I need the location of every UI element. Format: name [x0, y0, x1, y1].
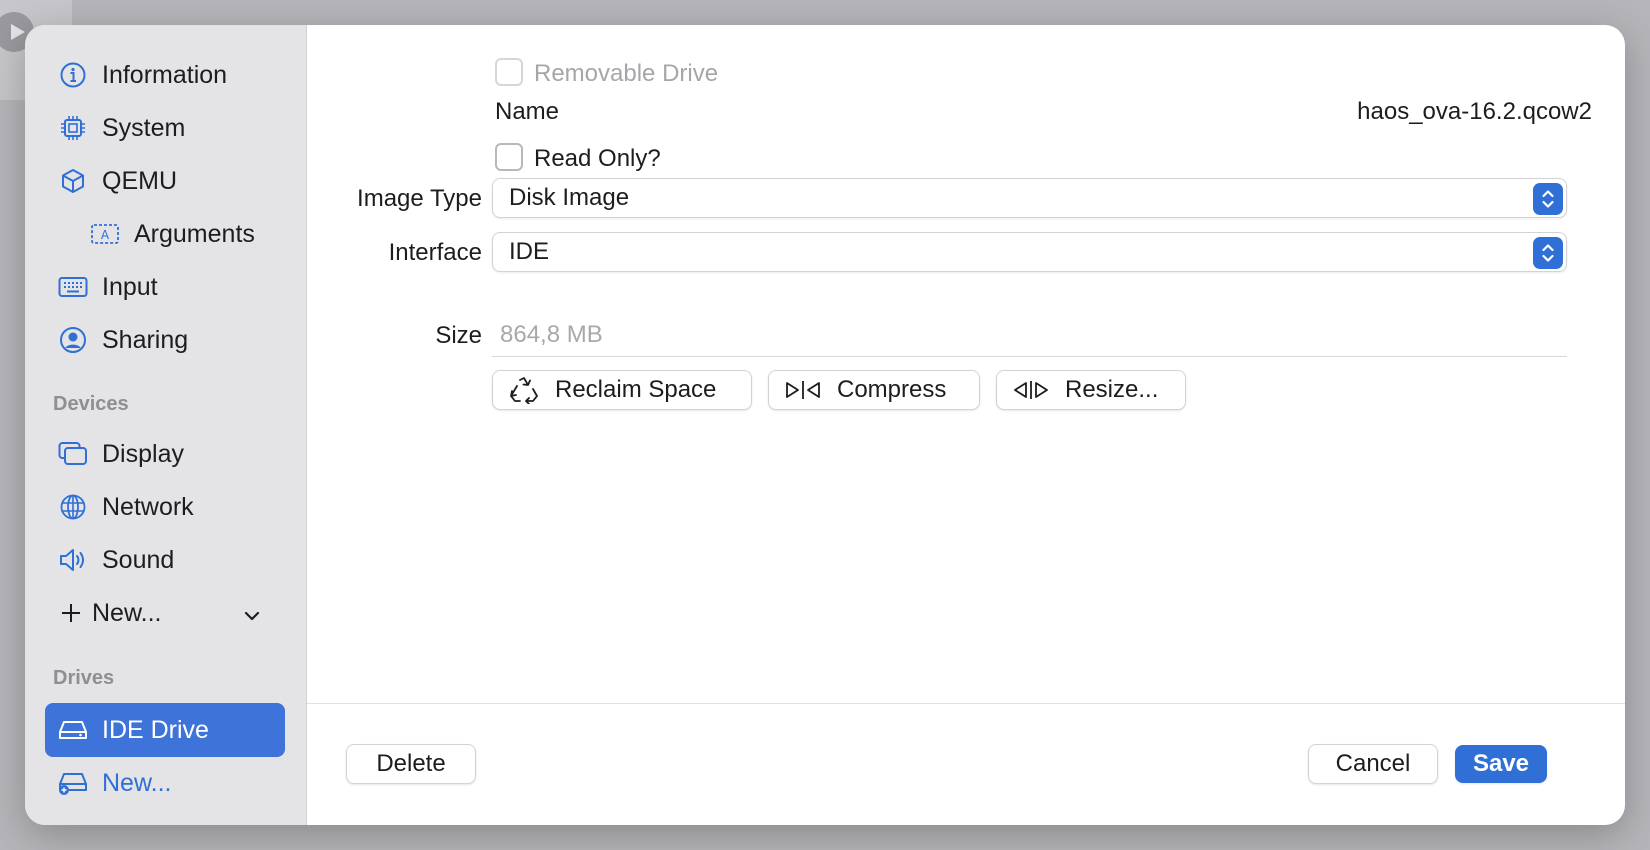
text-field-icon: A	[89, 218, 121, 250]
image-type-select[interactable]: Disk Image	[492, 178, 1567, 218]
up-down-chevron-icon	[1533, 183, 1563, 215]
person-circle-icon	[57, 324, 89, 356]
sidebar-item-label: Arguments	[134, 219, 255, 248]
new-device-menu[interactable]: New...	[45, 591, 285, 635]
cancel-button[interactable]: Cancel	[1308, 744, 1438, 784]
devices-heading: Devices	[53, 393, 129, 415]
resize-label: Resize...	[1065, 376, 1159, 403]
chip-icon	[57, 112, 89, 144]
sidebar-item-ide-drive[interactable]: IDE Drive	[45, 703, 285, 757]
sidebar-item-label: Network	[102, 492, 194, 521]
keyboard-icon	[57, 271, 89, 303]
speaker-icon	[57, 544, 89, 576]
sidebar-item-system[interactable]: System	[45, 106, 285, 150]
image-type-label: Image Type	[357, 185, 482, 212]
sidebar-item-arguments[interactable]: A Arguments	[77, 212, 287, 256]
sidebar-item-display[interactable]: Display	[45, 432, 285, 476]
sidebar: Information System QEMU A Arguments Inpu…	[25, 25, 307, 825]
sidebar-item-qemu[interactable]: QEMU	[45, 159, 285, 203]
delete-button[interactable]: Delete	[346, 744, 476, 784]
removable-drive-checkbox[interactable]	[495, 58, 523, 86]
sidebar-item-network[interactable]: Network	[45, 485, 285, 529]
sidebar-item-label: Sound	[102, 545, 175, 574]
chevron-down-icon	[243, 603, 261, 632]
interface-label: Interface	[388, 239, 482, 266]
read-only-checkbox[interactable]	[495, 143, 523, 171]
interface-select[interactable]: IDE	[492, 232, 1567, 272]
resize-button[interactable]: Resize...	[996, 370, 1186, 410]
sidebar-item-sound[interactable]: Sound	[45, 538, 285, 582]
plus-icon	[55, 597, 87, 629]
drive-settings-sheet: Information System QEMU A Arguments Inpu…	[25, 25, 1625, 825]
sidebar-item-input[interactable]: Input	[45, 265, 285, 309]
sidebar-item-information[interactable]: Information	[45, 53, 285, 97]
new-drive-label: New...	[102, 768, 172, 797]
drive-icon	[57, 714, 89, 746]
sidebar-item-label: Sharing	[102, 325, 189, 354]
compress-label: Compress	[837, 376, 947, 403]
interface-value: IDE	[509, 238, 550, 265]
sidebar-item-label: Input	[102, 272, 158, 301]
new-drive-button[interactable]: New...	[45, 761, 285, 805]
up-down-chevron-icon	[1533, 237, 1563, 269]
globe-icon	[57, 491, 89, 523]
cube-icon	[57, 165, 89, 197]
sidebar-item-label: Display	[102, 439, 184, 468]
resize-icon	[1013, 378, 1049, 402]
name-label: Name	[495, 98, 560, 125]
compress-button[interactable]: Compress	[768, 370, 980, 410]
image-type-value: Disk Image	[509, 184, 630, 211]
drives-heading: Drives	[53, 667, 115, 689]
reclaim-space-button[interactable]: Reclaim Space	[492, 370, 752, 410]
svg-text:A: A	[101, 228, 110, 242]
read-only-label: Read Only?	[534, 145, 661, 172]
info-icon	[57, 59, 89, 91]
size-value: 864,8 MB	[500, 320, 603, 348]
recycle-icon	[509, 376, 539, 404]
drive-detail-pane: Removable Drive Name haos_ova-16.2.qcow2…	[307, 25, 1625, 825]
size-field: 864,8 MB	[492, 313, 1567, 357]
sidebar-item-label: QEMU	[102, 166, 177, 195]
sidebar-item-label: System	[102, 113, 186, 142]
size-label: Size	[435, 322, 482, 349]
save-button[interactable]: Save	[1455, 745, 1547, 783]
name-value: haos_ova-16.2.qcow2	[1357, 98, 1592, 125]
removable-drive-label: Removable Drive	[534, 60, 719, 87]
compress-icon	[785, 378, 821, 402]
reclaim-space-label: Reclaim Space	[555, 376, 717, 403]
sidebar-item-label: IDE Drive	[102, 715, 209, 744]
footer-divider	[307, 703, 1625, 704]
sidebar-item-sharing[interactable]: Sharing	[45, 318, 285, 362]
display-icon	[57, 438, 89, 470]
sidebar-item-label: Information	[102, 60, 228, 89]
add-drive-icon	[57, 767, 89, 799]
new-device-label: New...	[92, 598, 162, 627]
